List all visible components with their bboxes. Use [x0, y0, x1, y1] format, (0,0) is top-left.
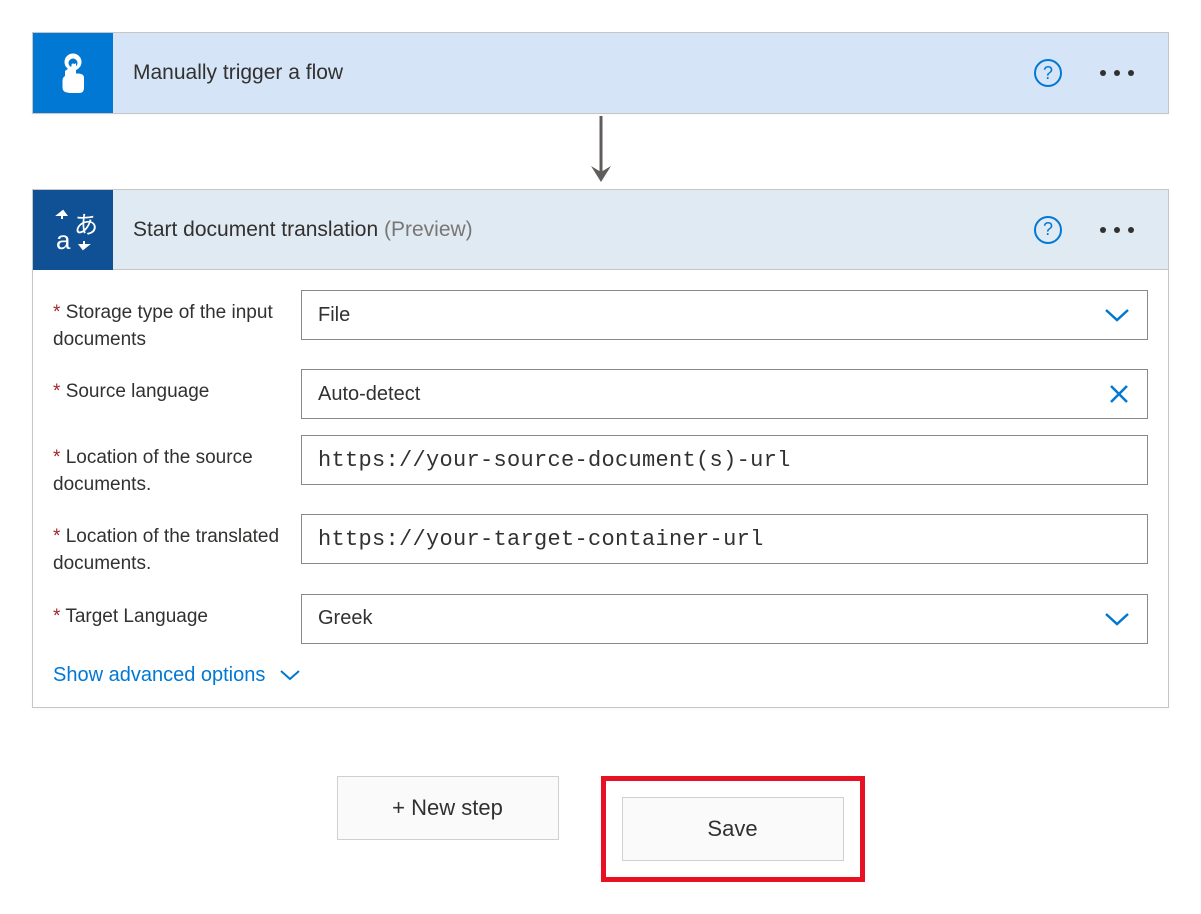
field-source-location: * Location of the source documents. http… — [53, 435, 1148, 498]
manual-trigger-icon — [33, 33, 113, 113]
action-title: Start document translation (Preview) — [113, 218, 1034, 242]
trigger-header[interactable]: Manually trigger a flow ? — [33, 33, 1168, 113]
target-language-select[interactable]: Greek — [301, 594, 1148, 644]
show-advanced-options-link[interactable]: Show advanced options — [53, 664, 301, 687]
new-step-button[interactable]: + New step — [337, 776, 559, 840]
label-source-location: * Location of the source documents. — [53, 435, 301, 498]
label-storage-type: * Storage type of the input documents — [53, 290, 301, 353]
source-language-select[interactable]: Auto-detect — [301, 369, 1148, 419]
action-card: a あ Start document translation (Preview)… — [32, 189, 1169, 708]
svg-text:a: a — [56, 225, 71, 255]
action-header[interactable]: a あ Start document translation (Preview)… — [33, 190, 1168, 270]
save-button[interactable]: Save — [622, 797, 844, 861]
label-source-language: * Source language — [53, 369, 301, 406]
help-icon[interactable]: ? — [1034, 216, 1062, 244]
flow-arrow-connector — [32, 114, 1169, 189]
label-target-location: * Location of the translated documents. — [53, 514, 301, 577]
translation-icon: a あ — [33, 190, 113, 270]
storage-type-select[interactable]: File — [301, 290, 1148, 340]
preview-badge: (Preview) — [384, 218, 473, 241]
trigger-header-actions: ? — [1034, 59, 1168, 87]
more-menu-button[interactable] — [1094, 64, 1140, 82]
svg-text:あ: あ — [74, 212, 98, 239]
action-title-text: Start document translation — [133, 218, 378, 241]
target-location-input[interactable]: https://your-target-container-url — [301, 514, 1148, 564]
label-target-language: * Target Language — [53, 594, 301, 631]
trigger-card: Manually trigger a flow ? — [32, 32, 1169, 114]
field-target-language: * Target Language Greek — [53, 594, 1148, 644]
chevron-down-icon — [279, 668, 301, 682]
field-source-language: * Source language Auto-detect — [53, 369, 1148, 419]
source-location-input[interactable]: https://your-source-document(s)-url — [301, 435, 1148, 485]
field-storage-type: * Storage type of the input documents Fi… — [53, 290, 1148, 353]
help-icon[interactable]: ? — [1034, 59, 1062, 87]
save-button-highlight: Save — [601, 776, 865, 882]
action-header-actions: ? — [1034, 216, 1168, 244]
more-menu-button[interactable] — [1094, 221, 1140, 239]
action-body: * Storage type of the input documents Fi… — [33, 270, 1168, 707]
field-target-location: * Location of the translated documents. … — [53, 514, 1148, 577]
trigger-title: Manually trigger a flow — [113, 61, 1034, 85]
clear-icon[interactable] — [1108, 383, 1130, 405]
bottom-action-bar: + New step Save — [32, 776, 1169, 882]
